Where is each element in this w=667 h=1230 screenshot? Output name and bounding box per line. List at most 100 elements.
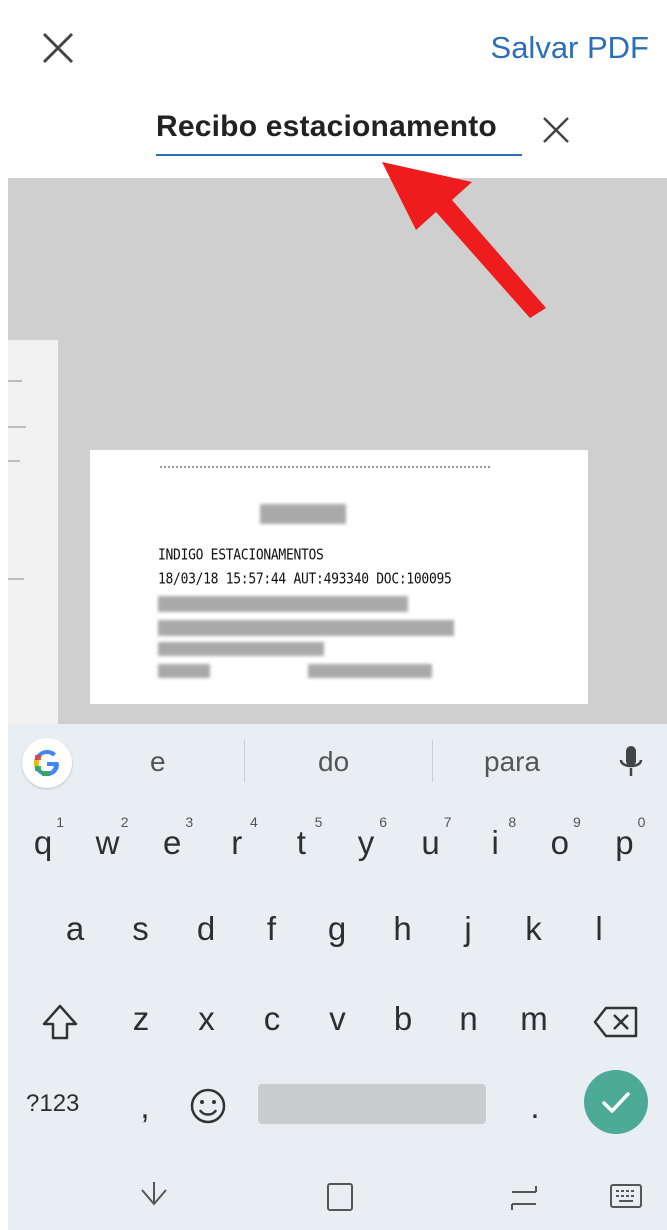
key-x[interactable]: x xyxy=(182,1000,232,1038)
backspace-icon xyxy=(593,1006,638,1038)
key-m[interactable]: m xyxy=(509,1000,559,1038)
key-n[interactable]: n xyxy=(444,1000,494,1038)
comma-key[interactable]: , xyxy=(120,1088,170,1126)
key-number-hint: 2 xyxy=(120,814,129,830)
recents-button[interactable] xyxy=(320,1176,360,1216)
emoji-key[interactable] xyxy=(188,1086,228,1126)
space-key[interactable] xyxy=(258,1084,486,1124)
key-label: o xyxy=(550,824,569,861)
key-h[interactable]: h xyxy=(378,910,428,948)
key-number-hint: 3 xyxy=(185,814,194,830)
switch-button[interactable] xyxy=(506,1176,546,1216)
period-key[interactable]: . xyxy=(510,1088,560,1126)
key-p[interactable]: p0 xyxy=(599,814,649,862)
blurred-text xyxy=(260,504,346,524)
key-label: w xyxy=(95,824,120,861)
suggestion-bar: e do para xyxy=(8,724,667,798)
key-y[interactable]: y6 xyxy=(341,814,391,862)
shift-icon xyxy=(42,1004,78,1040)
close-icon xyxy=(42,32,74,64)
key-number-hint: 6 xyxy=(379,814,387,830)
backspace-key[interactable] xyxy=(592,1002,642,1042)
symbols-key[interactable]: ?123 xyxy=(26,1090,79,1118)
key-w[interactable]: w2 xyxy=(83,814,133,862)
blurred-text xyxy=(158,642,324,656)
key-s[interactable]: s xyxy=(116,910,166,948)
red-arrow-annotation xyxy=(382,162,546,318)
key-u[interactable]: u7 xyxy=(406,814,456,862)
key-label: u xyxy=(421,824,440,861)
save-pdf-button[interactable]: Salvar PDF xyxy=(491,30,649,66)
emoji-icon xyxy=(190,1088,226,1124)
screen: Salvar PDF Recibo estacionamento INDIGO … xyxy=(0,0,667,1230)
clear-filename-button[interactable] xyxy=(538,112,574,148)
key-label: t xyxy=(296,824,306,861)
key-j[interactable]: j xyxy=(443,910,493,948)
shift-key[interactable] xyxy=(38,1000,82,1044)
switch-icon xyxy=(511,1186,537,1210)
key-v[interactable]: v xyxy=(313,1000,363,1038)
close-button[interactable] xyxy=(36,26,80,70)
filename-field[interactable]: Recibo estacionamento xyxy=(156,106,522,156)
recents-icon xyxy=(327,1183,353,1211)
top-bar: Salvar PDF Recibo estacionamento xyxy=(0,0,667,178)
key-number-hint: 4 xyxy=(250,814,258,830)
key-f[interactable]: f xyxy=(247,910,297,948)
previous-page-thumbnail[interactable] xyxy=(8,340,58,724)
clear-text-icon xyxy=(543,117,569,143)
chevron-down-icon xyxy=(141,1182,167,1206)
enter-key[interactable] xyxy=(584,1070,648,1134)
key-number-hint: 9 xyxy=(573,814,581,830)
blurred-text xyxy=(158,620,454,636)
filename-value: Recibo estacionamento xyxy=(156,110,497,143)
key-i[interactable]: i8 xyxy=(470,814,520,862)
key-b[interactable]: b xyxy=(378,1000,428,1038)
blurred-text xyxy=(308,664,432,678)
receipt-divider xyxy=(160,466,490,468)
key-number-hint: 5 xyxy=(314,814,323,830)
key-label: q xyxy=(33,824,53,861)
suggestion-divider xyxy=(432,740,433,782)
key-r[interactable]: r4 xyxy=(212,814,262,862)
key-z[interactable]: z xyxy=(116,1000,166,1038)
blurred-text xyxy=(158,664,210,678)
key-label: p xyxy=(615,824,634,861)
receipt-company: INDIGO ESTACIONAMENTOS xyxy=(158,546,324,565)
key-number-hint: 7 xyxy=(443,814,452,830)
key-t[interactable]: t5 xyxy=(276,814,326,862)
keyboard-switch-button[interactable] xyxy=(606,1176,646,1216)
key-number-hint: 1 xyxy=(56,814,64,830)
hide-keyboard-button[interactable] xyxy=(134,1176,174,1216)
suggestion-divider xyxy=(244,740,245,782)
key-o[interactable]: o9 xyxy=(535,814,585,862)
suggestion-3[interactable]: para xyxy=(484,746,540,778)
key-number-hint: 0 xyxy=(637,814,646,830)
key-a[interactable]: a xyxy=(50,910,100,948)
mic-icon xyxy=(619,746,643,776)
key-k[interactable]: k xyxy=(509,910,559,948)
blurred-text xyxy=(158,596,408,612)
google-button[interactable] xyxy=(22,738,72,788)
key-c[interactable]: c xyxy=(247,1000,297,1038)
keyboard: e do para ?123 , . q 1 w 2 e 3 r 4 t 5 y… xyxy=(8,724,667,1230)
receipt-image: INDIGO ESTACIONAMENTOS 18/03/18 15:57:44… xyxy=(90,450,588,704)
key-label: y xyxy=(357,824,375,861)
document-preview: INDIGO ESTACIONAMENTOS 18/03/18 15:57:44… xyxy=(8,178,667,724)
suggestion-2[interactable]: do xyxy=(318,746,349,778)
keyboard-icon xyxy=(610,1184,642,1208)
key-number-hint: 8 xyxy=(508,814,517,830)
key-label: e xyxy=(163,824,182,861)
suggestion-1[interactable]: e xyxy=(150,746,166,778)
key-label: r xyxy=(231,824,243,861)
key-q[interactable]: q1 xyxy=(18,814,68,862)
key-e[interactable]: e3 xyxy=(147,814,197,862)
google-icon xyxy=(34,750,59,776)
voice-input-button[interactable] xyxy=(616,742,646,782)
receipt-details: 18/03/18 15:57:44 AUT:493340 DOC:100095 xyxy=(158,570,452,589)
key-g[interactable]: g xyxy=(312,910,362,948)
navigation-bar xyxy=(8,1158,667,1230)
key-label: i xyxy=(491,824,499,861)
key-d[interactable]: d xyxy=(181,910,231,948)
key-l[interactable]: l xyxy=(574,910,624,948)
check-icon xyxy=(602,1092,630,1113)
